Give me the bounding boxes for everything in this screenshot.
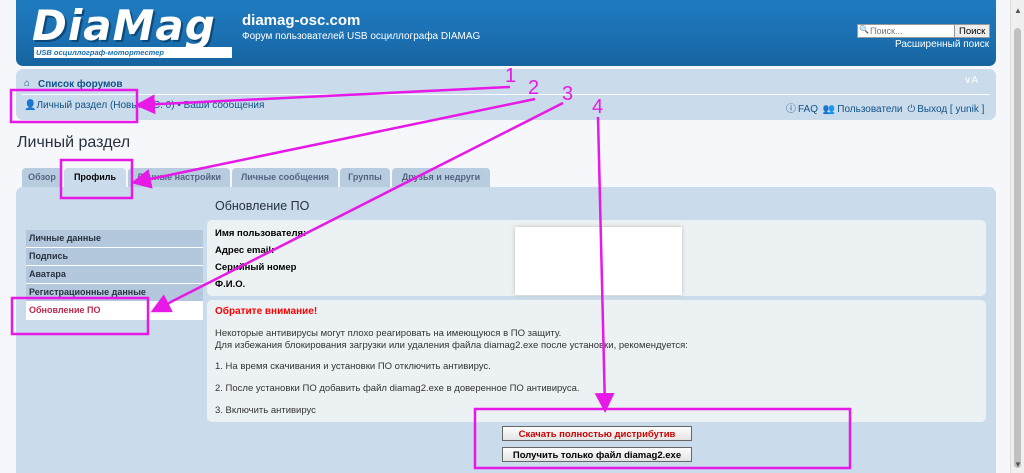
scrollbar-thumb[interactable]: [1014, 28, 1021, 468]
warning-line: Для избежания блокирования загрузки или …: [215, 340, 688, 351]
page-title: Личный раздел: [17, 134, 131, 151]
personal-section-label[interactable]: Личный раздел (Новых ЛС: 0) • Ваши сообщ…: [36, 100, 264, 111]
search-button[interactable]: Поиск: [954, 24, 991, 38]
scroll-down-icon[interactable]: ▼: [1014, 460, 1022, 469]
user-icon: 👤: [24, 100, 37, 111]
warning-title: Обратите внимание!: [215, 306, 318, 317]
home-icon: ⌂: [24, 78, 31, 89]
download-full-distribution-button[interactable]: Скачать полностью дистрибутив: [502, 426, 692, 441]
user-info-values: [515, 227, 682, 295]
tab-overview[interactable]: Обзор: [22, 168, 62, 187]
faq-icon: ⓘ: [786, 104, 796, 115]
warning-line: Некоторые антивирусы могут плохо реагиро…: [215, 328, 562, 339]
sidemenu-item-signature[interactable]: Подпись: [26, 248, 203, 266]
nav-divider: [22, 94, 990, 95]
navbar: ⌂ Список форумов ∨A 👤Личный раздел (Новы…: [16, 69, 996, 120]
sidemenu-item-software-update[interactable]: Обновление ПО: [26, 302, 203, 320]
site-title: diamag-osc.com: [242, 12, 361, 29]
warning-line: 3. Включить антивирус: [215, 405, 316, 416]
faq-link[interactable]: FAQ: [798, 104, 818, 115]
scroll-up-icon[interactable]: ▲: [1014, 6, 1022, 15]
full-name-label: Ф.И.О.: [215, 279, 246, 290]
logo-tagline: USB осциллограф-мотортестер: [34, 47, 232, 58]
forum-index-link[interactable]: Список форумов: [38, 79, 123, 90]
site-logo[interactable]: DiaMag: [32, 2, 216, 50]
tab-personal-settings[interactable]: Личные настройки: [128, 168, 230, 187]
site-header: DiaMag USB осциллограф-мотортестер diama…: [16, 0, 996, 66]
logout-icon: ⏻: [907, 104, 916, 115]
nav-right-links: ⓘ FAQ 👥 Пользователи ⏻ Выход [ yunik ]: [786, 100, 986, 115]
warning-line: 1. На время скачивания и установки ПО от…: [215, 361, 491, 372]
tab-private-messages[interactable]: Личные сообщения: [232, 168, 338, 187]
sidemenu-item-registration[interactable]: Регистрационные данные: [26, 284, 203, 302]
download-exe-button[interactable]: Получить только файл diamag2.exe: [502, 447, 692, 462]
vertical-scrollbar[interactable]: ▲ ▼: [1010, 0, 1024, 473]
email-label: Адрес email:: [215, 245, 275, 256]
users-link[interactable]: Пользователи: [837, 104, 902, 115]
collapse-icon[interactable]: ∨A: [964, 75, 978, 86]
search-input[interactable]: [857, 24, 963, 38]
sidemenu-item-avatar[interactable]: Аватара: [26, 266, 203, 284]
search-icon: 🔍: [859, 25, 869, 34]
user-info-box: Имя пользователя: Адрес email: Серийный …: [207, 220, 986, 296]
logout-link[interactable]: Выход [ yunik ]: [917, 104, 984, 115]
personal-section-link[interactable]: 👤Личный раздел (Новых ЛС: 0) • Ваши сооб…: [24, 100, 264, 111]
username-label: Имя пользователя:: [215, 228, 307, 239]
users-icon: 👥: [822, 104, 836, 115]
serial-number-label: Серийный номер: [215, 262, 297, 273]
warning-line: 2. После установки ПО добавить файл diam…: [215, 383, 580, 394]
tab-profile[interactable]: Профиль: [64, 168, 126, 188]
sidemenu-item-personal-data[interactable]: Личные данные: [26, 230, 203, 248]
advanced-search-link[interactable]: Расширенный поиск: [895, 39, 989, 50]
site-description: Форум пользователей USB осциллографа DIA…: [242, 31, 481, 42]
section-title: Обновление ПО: [215, 199, 310, 213]
tab-groups[interactable]: Группы: [340, 168, 390, 187]
tab-friends-foes[interactable]: Друзья и недруги: [392, 168, 490, 187]
warning-box: Обратите внимание! Некоторые антивирусы …: [207, 300, 986, 422]
